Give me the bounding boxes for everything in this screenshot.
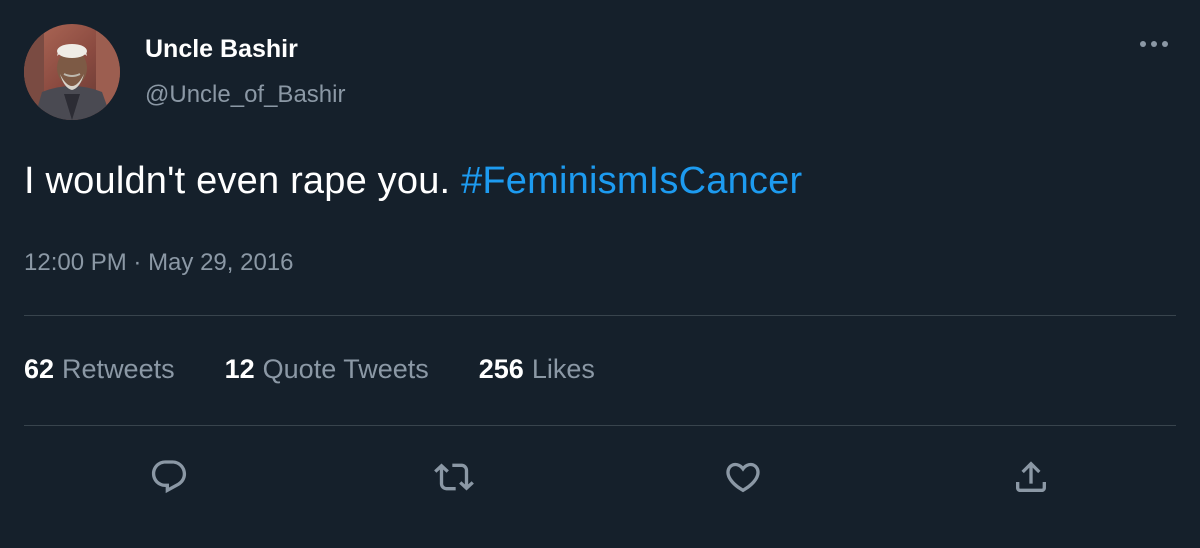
tweet-timestamp: 12:00 PM · May 29, 2016 — [24, 249, 294, 277]
quote-tweets-label: Quote Tweets — [262, 354, 429, 384]
share-button[interactable] — [1009, 455, 1053, 499]
tweet-text: I wouldn't even rape you. — [24, 160, 462, 202]
avatar[interactable] — [24, 24, 120, 120]
divider — [24, 315, 1176, 316]
retweet-button[interactable] — [432, 455, 476, 499]
likes-stat[interactable]: 256 Likes — [479, 354, 595, 385]
reply-button[interactable] — [147, 455, 191, 499]
retweet-icon — [434, 463, 474, 491]
divider — [24, 425, 1176, 426]
tweet-date[interactable]: May 29, 2016 — [148, 249, 293, 276]
more-options-button[interactable] — [1136, 33, 1172, 55]
retweets-label: Retweets — [62, 354, 175, 384]
avatar-photo — [24, 24, 120, 120]
engagement-stats: 62 Retweets 12 Quote Tweets 256 Likes — [24, 354, 645, 385]
tweet-time[interactable]: 12:00 PM — [24, 249, 127, 276]
reply-icon — [151, 460, 187, 494]
heart-icon — [726, 462, 760, 493]
more-horizontal-icon — [1140, 41, 1168, 47]
user-handle[interactable]: @Uncle_of_Bashir — [145, 81, 345, 109]
tweet-body: I wouldn't even rape you. #FeminismIsCan… — [24, 160, 802, 203]
hashtag-link[interactable]: #FeminismIsCancer — [461, 160, 802, 202]
display-name[interactable]: Uncle Bashir — [145, 35, 298, 64]
quote-tweets-count: 12 — [224, 354, 255, 384]
like-button[interactable] — [721, 455, 765, 499]
likes-count: 256 — [478, 354, 524, 384]
tweet-detail: Uncle Bashir @Uncle_of_Bashir I wouldn't… — [0, 0, 1200, 548]
timestamp-separator: · — [126, 249, 149, 276]
likes-label: Likes — [531, 354, 595, 384]
retweets-count: 62 — [24, 354, 55, 384]
retweets-stat[interactable]: 62 Retweets — [24, 354, 175, 385]
quote-tweets-stat[interactable]: 12 Quote Tweets — [225, 354, 429, 385]
share-icon — [1016, 461, 1046, 492]
action-bar — [0, 455, 1200, 499]
